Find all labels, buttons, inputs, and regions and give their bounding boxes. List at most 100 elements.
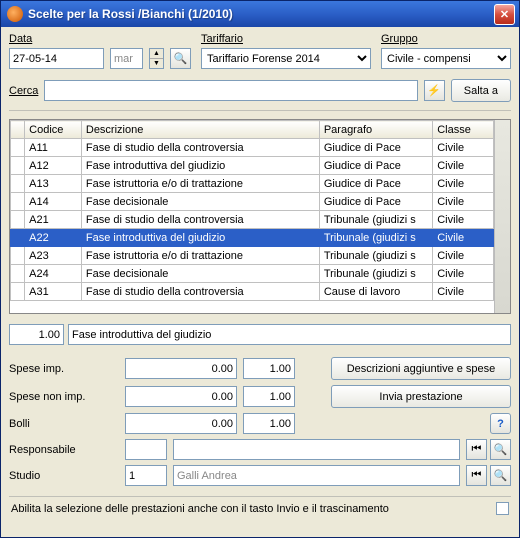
row-handle[interactable] [11, 193, 25, 211]
spin-down-icon[interactable]: ▼ [150, 59, 163, 68]
col-codice[interactable]: Codice [25, 121, 82, 139]
date-spinner[interactable]: ▲▼ [149, 48, 164, 69]
cell-paragrafo: Giudice di Pace [319, 157, 432, 175]
cell-paragrafo: Tribunale (giudizi s [319, 229, 432, 247]
cell-descrizione: Fase decisionale [81, 265, 319, 283]
spese-non-imp-input[interactable] [125, 386, 237, 407]
table-row[interactable]: A13Fase istruttoria e/o di trattazioneGi… [11, 175, 494, 193]
spese-non-imp-label: Spese non imp. [9, 391, 119, 403]
row-handle[interactable] [11, 175, 25, 193]
row-handle[interactable] [11, 283, 25, 301]
help-button[interactable]: ? [490, 413, 511, 434]
invia-button[interactable]: Invia prestazione [331, 385, 511, 408]
window-title: Scelte per la Rossi /Bianchi (1/2010) [28, 7, 494, 21]
tariffario-select[interactable]: Tariffario Forense 2014 [201, 48, 371, 69]
table-row[interactable]: A22Fase introduttiva del giudizioTribuna… [11, 229, 494, 247]
studio-code-input[interactable] [125, 465, 167, 486]
studio-label: Studio [9, 470, 119, 482]
row-handle[interactable] [11, 211, 25, 229]
cell-codice: A24 [25, 265, 82, 283]
cell-classe: Civile [433, 139, 494, 157]
cell-codice: A12 [25, 157, 82, 175]
cell-classe: Civile [433, 175, 494, 193]
cell-descrizione: Fase decisionale [81, 193, 319, 211]
search-input[interactable] [44, 80, 417, 101]
descrizioni-button[interactable]: Descrizioni aggiuntive e spese [331, 357, 511, 380]
spese-imp-input[interactable] [125, 358, 237, 379]
spin-up-icon[interactable]: ▲ [150, 49, 163, 59]
row-handle[interactable] [11, 247, 25, 265]
cell-descrizione: Fase di studio della controversia [81, 211, 319, 229]
search-icon: 🔍 [494, 469, 508, 482]
close-button[interactable]: ✕ [494, 4, 515, 25]
row-handle[interactable] [11, 139, 25, 157]
cell-codice: A11 [25, 139, 82, 157]
cell-classe: Civile [433, 193, 494, 211]
tariffario-label: Tariffario [201, 33, 371, 45]
cell-classe: Civile [433, 157, 494, 175]
col-descrizione[interactable]: Descrizione [81, 121, 319, 139]
table-row[interactable]: A31Fase di studio della controversiaCaus… [11, 283, 494, 301]
spese-imp-label: Spese imp. [9, 363, 119, 375]
titlebar: Scelte per la Rossi /Bianchi (1/2010) ✕ [1, 1, 519, 27]
gruppo-select[interactable]: Civile - compensi [381, 48, 511, 69]
cell-paragrafo: Tribunale (giudizi s [319, 247, 432, 265]
table-row[interactable]: A23Fase istruttoria e/o di trattazioneTr… [11, 247, 494, 265]
selected-desc-input[interactable] [68, 324, 511, 345]
footer-checkbox-label: Abilita la selezione delle prestazioni a… [11, 503, 488, 515]
search-icon: 🔍 [174, 52, 188, 65]
bolli-mul-input[interactable] [243, 413, 295, 434]
cell-codice: A14 [25, 193, 82, 211]
cell-descrizione: Fase introduttiva del giudizio [81, 229, 319, 247]
cell-paragrafo: Giudice di Pace [319, 139, 432, 157]
responsabile-label: Responsabile [9, 444, 119, 456]
table-row[interactable]: A24Fase decisionaleTribunale (giudizi sC… [11, 265, 494, 283]
lightning-icon: ⚡ [427, 84, 441, 97]
table-row[interactable]: A21Fase di studio della controversiaTrib… [11, 211, 494, 229]
cell-codice: A21 [25, 211, 82, 229]
cell-paragrafo: Giudice di Pace [319, 193, 432, 211]
row-handle[interactable] [11, 229, 25, 247]
qty-input[interactable] [9, 324, 64, 345]
date-lookup-button[interactable]: 🔍 [170, 48, 191, 69]
spese-imp-mul-input[interactable] [243, 358, 295, 379]
question-icon: ? [497, 418, 504, 430]
col-classe[interactable]: Classe [433, 121, 494, 139]
search-icon: 🔍 [494, 443, 508, 456]
row-handle[interactable] [11, 157, 25, 175]
cell-paragrafo: Tribunale (giudizi s [319, 211, 432, 229]
bolli-input[interactable] [125, 413, 237, 434]
flash-button[interactable]: ⚡ [424, 80, 445, 101]
data-input[interactable] [9, 48, 104, 69]
day-display [110, 48, 143, 69]
cerca-label: Cerca [9, 85, 38, 97]
cell-classe: Civile [433, 229, 494, 247]
salta-a-button[interactable]: Salta a [451, 79, 511, 102]
row-handle-header [11, 121, 25, 139]
cell-descrizione: Fase istruttoria e/o di trattazione [81, 247, 319, 265]
footer-checkbox[interactable] [496, 502, 509, 515]
prestazioni-grid[interactable]: Codice Descrizione Paragrafo Classe A11F… [9, 119, 511, 314]
bolli-label: Bolli [9, 418, 119, 430]
col-paragrafo[interactable]: Paragrafo [319, 121, 432, 139]
studio-clear-button[interactable]: ⏮ [466, 465, 487, 486]
cell-descrizione: Fase istruttoria e/o di trattazione [81, 175, 319, 193]
cell-descrizione: Fase di studio della controversia [81, 283, 319, 301]
cell-descrizione: Fase introduttiva del giudizio [81, 157, 319, 175]
table-row[interactable]: A11Fase di studio della controversiaGiud… [11, 139, 494, 157]
table-row[interactable]: A14Fase decisionaleGiudice di PaceCivile [11, 193, 494, 211]
responsabile-lookup-button[interactable]: 🔍 [490, 439, 511, 460]
rewind-icon: ⏮ [472, 443, 482, 456]
gruppo-label: Gruppo [381, 33, 511, 45]
app-icon [7, 6, 23, 22]
spese-non-imp-mul-input[interactable] [243, 386, 295, 407]
vertical-scrollbar[interactable] [494, 120, 510, 313]
cell-codice: A31 [25, 283, 82, 301]
cell-classe: Civile [433, 283, 494, 301]
studio-lookup-button[interactable]: 🔍 [490, 465, 511, 486]
cell-classe: Civile [433, 265, 494, 283]
row-handle[interactable] [11, 265, 25, 283]
table-row[interactable]: A12Fase introduttiva del giudizioGiudice… [11, 157, 494, 175]
responsabile-code-input[interactable] [125, 439, 167, 460]
responsabile-clear-button[interactable]: ⏮ [466, 439, 487, 460]
